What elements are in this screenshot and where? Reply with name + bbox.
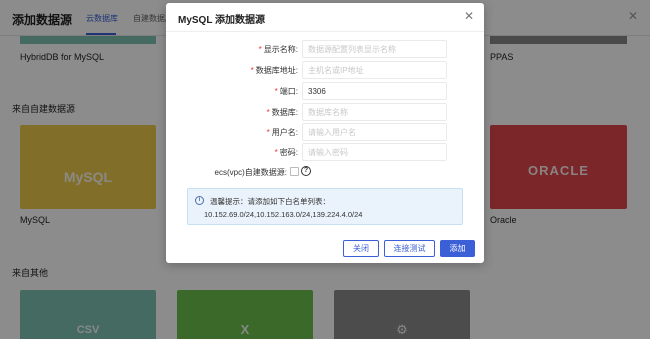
ecs-vpc-checkbox[interactable] [290,167,299,176]
form-row-username: * 用户名: [166,123,484,141]
test-connection-button[interactable]: 连接测试 [384,240,435,257]
username-input[interactable] [302,123,447,141]
notice-text: 温馨提示：请添加如下白名单列表： [210,197,330,206]
add-button[interactable]: 添加 [440,240,475,257]
required-mark: * [250,66,254,75]
db-host-input[interactable] [302,61,447,79]
required-mark: * [266,108,270,117]
database-label: * 数据库: [266,108,298,117]
help-icon[interactable]: ? [301,166,311,176]
required-mark: * [258,45,262,54]
username-label: * 用户名: [266,128,298,137]
close-button[interactable]: 关闭 [343,240,379,257]
database-input[interactable] [302,103,447,121]
form-row-db-host: * 数据库地址: [166,61,484,79]
required-mark: * [266,128,270,137]
required-mark: * [274,87,278,96]
info-icon: i [195,196,204,205]
port-input[interactable] [302,82,447,100]
password-label: * 密码: [274,148,298,157]
form-row-password: * 密码: [166,143,484,161]
ecs-vpc-label: ecs(vpc)自建数据源: [214,168,287,177]
add-datasource-dialog: MySQL 添加数据源 ✕ *显示名称: *数据库地址: *端口: *数据库: … [166,3,484,263]
whitelist-ips: 10.152.69.0/24,10.152.163.0/24,139.224.4… [204,210,363,219]
form-row-port: * 端口: [166,82,484,100]
ecs-vpc-row: ecs(vpc)自建数据源: ? [166,165,484,181]
form-row-display-name: * 显示名称: [166,40,484,58]
whitelist-notice: i 温馨提示：请添加如下白名单列表： 10.152.69.0/24,10.152… [187,188,463,225]
port-label: * 端口: [274,87,298,96]
dialog-title: MySQL 添加数据源 [178,15,266,26]
dialog-divider [166,31,484,32]
close-icon[interactable]: ✕ [464,9,474,23]
display-name-label: * 显示名称: [258,45,298,54]
required-mark: * [274,148,278,157]
password-input[interactable] [302,143,447,161]
form-row-database: * 数据库: [166,103,484,121]
db-host-label: * 数据库地址: [250,66,298,75]
display-name-input[interactable] [302,40,447,58]
